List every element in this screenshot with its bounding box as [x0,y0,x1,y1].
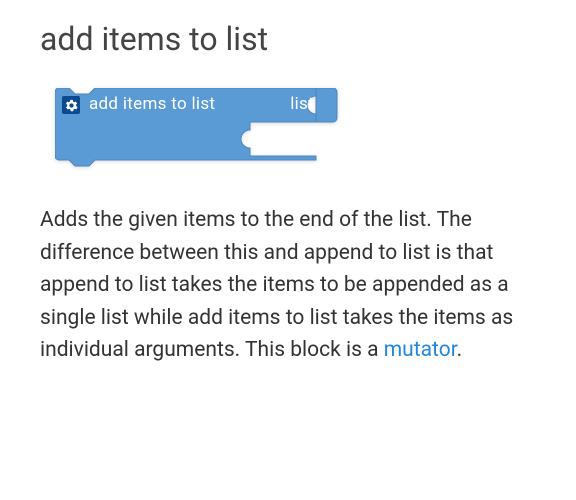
mutator-gear-button[interactable] [62,96,80,114]
description-paragraph: Adds the given items to the end of the l… [40,204,536,367]
block-shape [55,88,340,170]
mutator-link[interactable]: mutator [384,338,457,362]
section-heading: add items to list [40,20,536,58]
add-items-to-list-block: add items to list list item [55,88,340,170]
description-text-after: . [457,338,463,362]
gear-icon [65,99,78,112]
block-example: add items to list list item [55,88,536,174]
